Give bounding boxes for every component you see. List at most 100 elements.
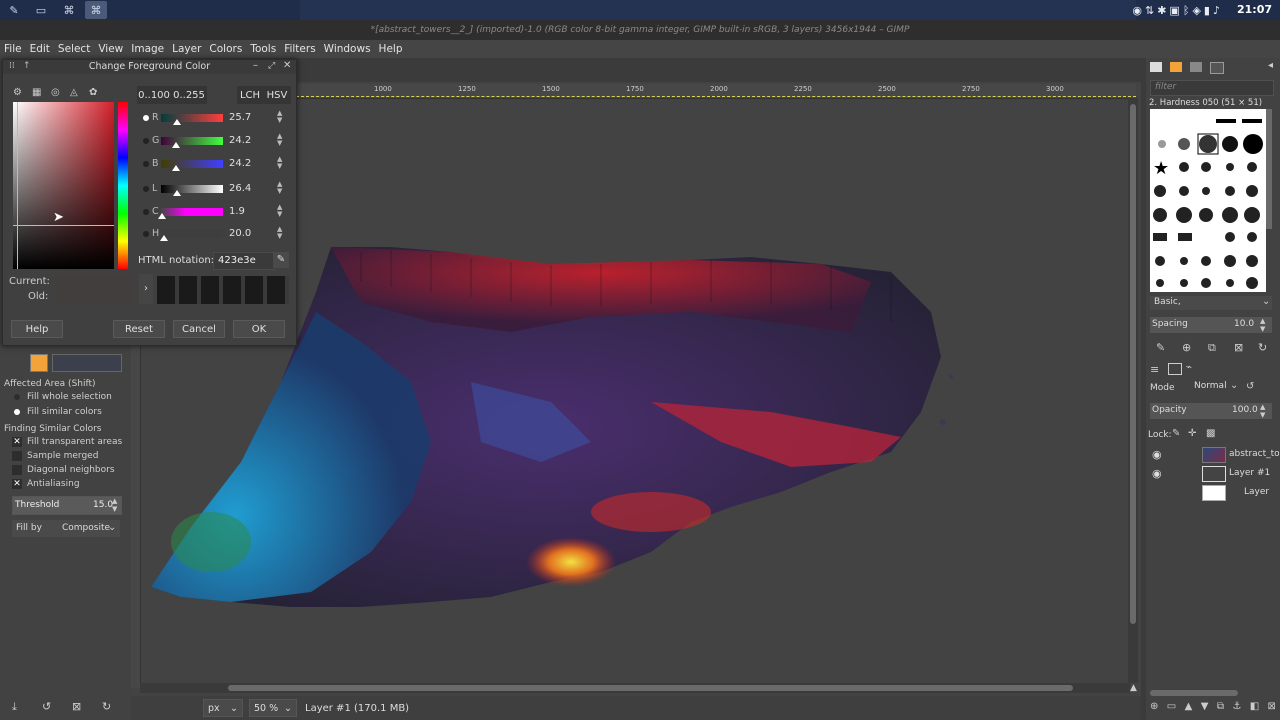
slider-g-marker[interactable] <box>172 142 180 148</box>
gradient-preview[interactable] <box>52 354 122 372</box>
eye-icon[interactable]: ◉ <box>1152 448 1162 461</box>
spin-arrows-icon[interactable]: ▲ ▼ <box>112 497 117 513</box>
document-history-tab-icon[interactable] <box>1210 62 1224 74</box>
slider-c-track[interactable] <box>161 208 223 216</box>
brush-thumbnails[interactable]: ★ <box>1150 109 1266 292</box>
spin-arrows-icon[interactable]: ▲ ▼ <box>277 133 282 147</box>
slider-b-track[interactable] <box>161 160 223 168</box>
spacing-slider[interactable]: Spacing 10.0 ▲ ▼ <box>1150 317 1272 333</box>
slider-b-marker[interactable] <box>172 165 180 171</box>
slider-g-radio[interactable] <box>143 138 149 144</box>
refresh-brushes-icon[interactable]: ↻ <box>1258 341 1267 354</box>
slider-c-radio[interactable] <box>143 209 149 215</box>
slider-r-marker[interactable] <box>172 119 181 125</box>
wheel-tab-icon[interactable]: ⚙ <box>13 87 22 98</box>
reset-button[interactable]: Reset <box>113 320 165 338</box>
slider-c[interactable]: C 1.9 ▲ ▼ <box>137 204 292 222</box>
spin-arrows-icon[interactable]: ▲ ▼ <box>277 226 282 240</box>
patterns-tab-icon[interactable] <box>1170 62 1182 72</box>
slider-r[interactable]: R 25.7 ▲ ▼ <box>137 110 292 128</box>
spin-arrows-icon[interactable]: ▲ ▼ <box>1260 403 1265 419</box>
spin-arrows-icon[interactable]: ▲ ▼ <box>277 204 282 218</box>
slider-r-value[interactable]: 25.7 <box>229 112 251 123</box>
menu-help[interactable]: Help <box>375 43 407 55</box>
layer-name[interactable]: Layer #1 <box>1229 468 1270 478</box>
html-notation-input[interactable]: 423e3e <box>213 252 275 270</box>
help-button[interactable]: Help <box>11 320 63 338</box>
fill-by-select[interactable]: Fill by Composite ⌄ <box>12 520 120 537</box>
fill-pattern-swatch[interactable] <box>30 354 48 372</box>
opacity-slider[interactable]: Opacity 100.0 ▲ ▼ <box>1150 403 1272 419</box>
clock[interactable]: 21:07 <box>1237 3 1272 16</box>
volume-icon[interactable]: ♪ <box>1213 4 1220 17</box>
tab-menu-icon[interactable]: ◂ <box>1268 60 1273 71</box>
anchor-layer-icon[interactable]: ⚓ <box>1232 701 1241 715</box>
slider-b-radio[interactable] <box>143 161 149 167</box>
delete-brush-icon[interactable]: ⊠ <box>1234 341 1243 354</box>
slider-l[interactable]: L 26.4 ▲ ▼ <box>137 181 292 199</box>
menu-view[interactable]: View <box>94 43 127 55</box>
menu-tools[interactable]: Tools <box>246 43 280 55</box>
slider-g-value[interactable]: 24.2 <box>229 135 251 146</box>
threshold-slider[interactable]: Threshold 15.0 ▲ ▼ <box>12 496 122 515</box>
horizontal-scrollbar[interactable] <box>140 683 1130 693</box>
layers-hscrollbar[interactable] <box>1150 690 1238 696</box>
pin-icon[interactable]: ⁞⁞ <box>9 61 15 71</box>
slider-r-track[interactable] <box>161 114 223 122</box>
unit-select[interactable]: px ⌄ <box>203 699 243 717</box>
triangle-tab-icon[interactable]: ◬ <box>70 87 78 98</box>
hsv-button[interactable]: HSV <box>263 86 291 104</box>
circle-tab-icon[interactable]: ◎ <box>51 87 60 98</box>
lock-alpha-icon[interactable]: ▩ <box>1206 428 1215 439</box>
brushes-tab-icon[interactable] <box>1150 62 1162 72</box>
spin-arrows-icon[interactable]: ▲ ▼ <box>277 181 282 195</box>
horizontal-ruler[interactable]: 1000 1250 1500 1750 2000 2250 2500 2750 … <box>296 84 1136 99</box>
menu-image[interactable]: Image <box>127 43 168 55</box>
horizontal-scroll-thumb[interactable] <box>228 685 1073 691</box>
brush-grid[interactable]: ★ <box>1150 109 1266 292</box>
switch-mode-icon[interactable]: ↺ <box>1246 381 1254 392</box>
files-taskbar-icon[interactable]: ▭ <box>30 1 52 19</box>
ok-button[interactable]: OK <box>233 320 285 338</box>
lock-position-icon[interactable]: ✛ <box>1188 428 1196 439</box>
slider-h-radio[interactable] <box>143 231 149 237</box>
slider-l-track[interactable] <box>161 185 223 193</box>
channels-tab-icon[interactable] <box>1168 363 1182 375</box>
range-0-100-button[interactable]: 0..100 <box>137 86 171 104</box>
slider-c-value[interactable]: 1.9 <box>229 206 245 217</box>
reset-options-icon[interactable]: ↻ <box>102 700 111 713</box>
palette-tab-icon[interactable]: ▦ <box>32 87 41 98</box>
slider-l-radio[interactable] <box>143 186 149 192</box>
slider-b-value[interactable]: 24.2 <box>229 158 251 169</box>
delete-options-icon[interactable]: ⊠ <box>72 700 81 713</box>
delete-layer-icon[interactable]: ⊠ <box>1268 701 1276 715</box>
new-layer-icon[interactable]: ⊕ <box>1150 701 1158 715</box>
minimize-icon[interactable]: – <box>253 60 258 71</box>
gimp-taskbar-icon[interactable]: ⌘ <box>58 1 80 19</box>
settings-icon[interactable]: ✱ <box>1157 4 1166 17</box>
spin-arrows-icon[interactable]: ▲ ▼ <box>277 156 282 170</box>
navigate-icon[interactable]: ▲ <box>1130 683 1140 693</box>
layer-row[interactable]: ◉ Layer #1 <box>1146 464 1280 483</box>
diagonal-neighbors-checkbox[interactable] <box>12 465 22 475</box>
slider-g[interactable]: G 24.2 ▲ ▼ <box>137 133 292 151</box>
brush-filter-input[interactable]: filter <box>1150 80 1274 96</box>
brush-grid-scrollbar[interactable] <box>1266 109 1272 229</box>
menu-file[interactable]: File <box>0 43 26 55</box>
duplicate-brush-icon[interactable]: ⧉ <box>1208 341 1216 355</box>
slider-l-marker[interactable] <box>173 190 182 196</box>
menu-filters[interactable]: Filters <box>280 43 319 55</box>
raise-layer-icon[interactable]: ▲ <box>1185 701 1193 715</box>
app-launcher-icon[interactable]: ✎ <box>3 1 25 19</box>
menu-colors[interactable]: Colors <box>205 43 246 55</box>
layer-name[interactable]: abstract_tov <box>1229 449 1279 459</box>
slider-h-value[interactable]: 20.0 <box>229 228 251 239</box>
slider-h[interactable]: H 20.0 ▲ ▼ <box>137 226 292 244</box>
wifi-icon[interactable]: ◈ <box>1192 4 1200 17</box>
edit-brush-icon[interactable]: ✎ <box>1156 341 1165 354</box>
keep-above-icon[interactable]: ↑ <box>23 61 31 71</box>
fonts-tab-icon[interactable] <box>1190 62 1202 72</box>
new-brush-icon[interactable]: ⊕ <box>1182 341 1191 354</box>
mask-layer-icon[interactable]: ◧ <box>1250 701 1259 715</box>
new-group-icon[interactable]: ▭ <box>1167 701 1176 715</box>
